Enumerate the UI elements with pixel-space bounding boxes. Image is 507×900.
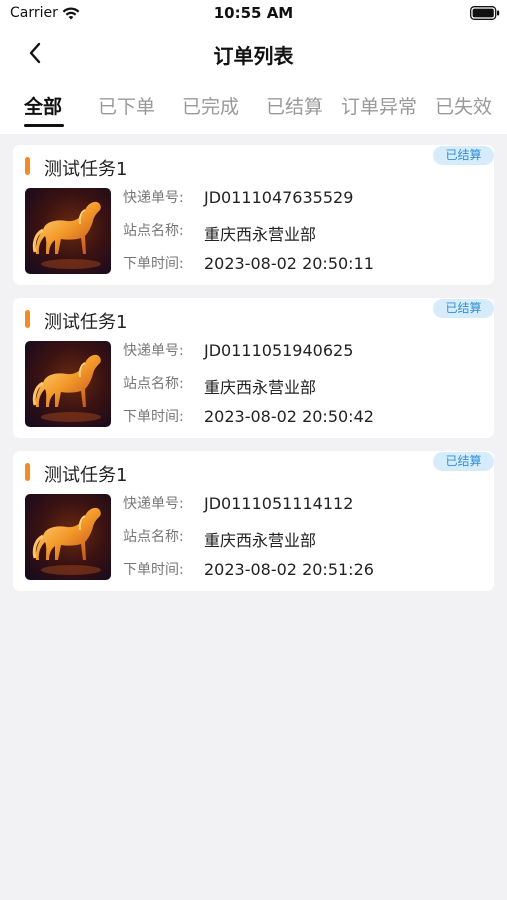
tracking-number-value: JD0111051114112 <box>204 494 354 513</box>
header-area: Carrier 10:55 AM 订单列表 全部 已下单 已完成 已结算 订单异… <box>0 0 507 134</box>
battery-icon <box>470 6 500 20</box>
order-time-label: 下单时间: <box>123 562 184 578</box>
status-bar: Carrier 10:55 AM <box>0 0 507 28</box>
tab-settled[interactable]: 已结算 <box>266 92 323 119</box>
page-title: 订单列表 <box>213 44 294 68</box>
tracking-number-label: 快递单号: <box>123 343 184 359</box>
order-time-label: 下单时间: <box>123 256 184 272</box>
horse-image <box>25 494 111 580</box>
order-title: 测试任务1 <box>44 465 128 486</box>
order-thumbnail <box>25 341 111 427</box>
order-title: 测试任务1 <box>44 312 128 333</box>
active-tab-indicator <box>24 124 64 127</box>
title-accent-bar <box>25 310 30 328</box>
tracking-number-value: JD0111047635529 <box>204 188 354 207</box>
order-title: 测试任务1 <box>44 159 128 180</box>
tab-ordered[interactable]: 已下单 <box>98 92 155 119</box>
status-badge: 已结算 <box>433 452 494 471</box>
order-time-label: 下单时间: <box>123 409 184 425</box>
tracking-number-label: 快递单号: <box>123 496 184 512</box>
order-thumbnail <box>25 188 111 274</box>
station-name-label: 站点名称: <box>123 529 184 545</box>
navigation-bar: 订单列表 <box>0 30 507 74</box>
station-name-value: 重庆西永营业部 <box>204 531 317 550</box>
station-name-label: 站点名称: <box>123 376 184 392</box>
tab-completed[interactable]: 已完成 <box>182 92 239 119</box>
order-card[interactable]: 已结算 测试任务1 快递单号: JD0111047635529 站点名称: 重庆… <box>13 145 494 285</box>
order-time-value: 2023-08-02 20:50:11 <box>204 254 374 273</box>
order-card[interactable]: 已结算 测试任务1 快递单号: JD0111051940625 站点名称: 重庆… <box>13 298 494 438</box>
tracking-number-label: 快递单号: <box>123 190 184 206</box>
status-badge: 已结算 <box>433 299 494 318</box>
tracking-number-value: JD0111051940625 <box>204 341 354 360</box>
title-accent-bar <box>25 157 30 175</box>
tab-order-exception[interactable]: 订单异常 <box>341 92 417 119</box>
order-time-value: 2023-08-02 20:51:26 <box>204 560 374 579</box>
horse-image <box>25 188 111 274</box>
status-badge: 已结算 <box>433 146 494 165</box>
horse-image <box>25 341 111 427</box>
station-name-value: 重庆西永营业部 <box>204 378 317 397</box>
order-card[interactable]: 已结算 测试任务1 快递单号: JD0111051114112 站点名称: 重庆… <box>13 451 494 591</box>
status-time: 10:55 AM <box>213 4 294 22</box>
order-thumbnail <box>25 494 111 580</box>
station-name-value: 重庆西永营业部 <box>204 225 317 244</box>
tab-expired[interactable]: 已失效 <box>435 92 492 119</box>
order-status-tabs: 全部 已下单 已完成 已结算 订单异常 已失效 <box>0 86 507 130</box>
station-name-label: 站点名称: <box>123 223 184 239</box>
order-time-value: 2023-08-02 20:50:42 <box>204 407 374 426</box>
tab-all[interactable]: 全部 <box>24 92 62 119</box>
title-accent-bar <box>25 463 30 481</box>
